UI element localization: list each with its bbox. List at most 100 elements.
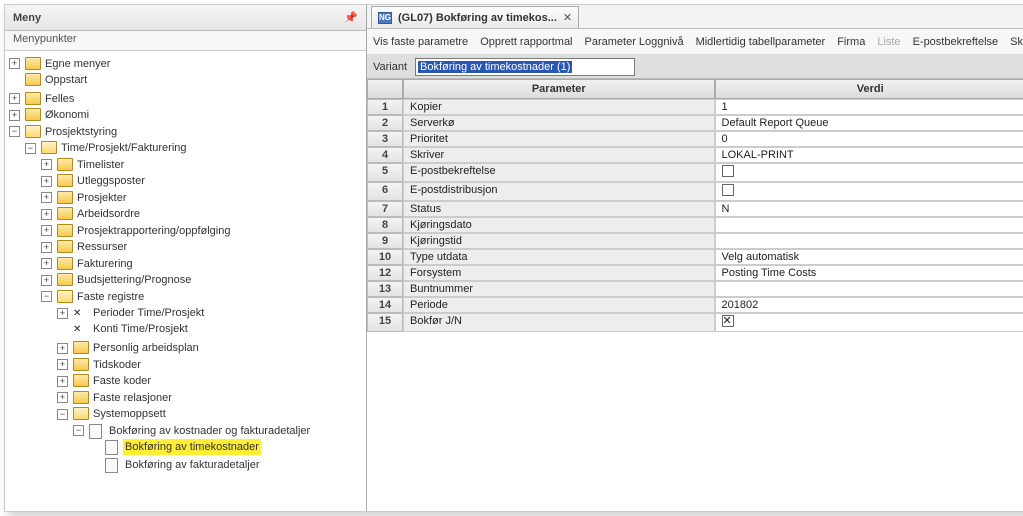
tree-item-systemoppsett[interactable]: −Systemoppsett — [57, 406, 168, 422]
tool-icon — [73, 322, 89, 336]
tree-item-okonomi[interactable]: +Økonomi — [9, 107, 91, 123]
tree-item-tidskoder[interactable]: +Tidskoder — [57, 357, 143, 373]
folder-icon — [73, 391, 89, 405]
doc-icon — [105, 458, 121, 472]
checkbox[interactable] — [722, 315, 734, 327]
param-name-cell: Kjøringsdato — [403, 217, 715, 233]
folder-icon — [57, 207, 73, 221]
param-value-cell[interactable] — [715, 313, 1023, 332]
tree-item-felles[interactable]: +Felles — [9, 91, 76, 107]
folder-icon — [73, 341, 89, 355]
variant-row: Variant Bokføring av timekostnader (1) — [367, 55, 1023, 79]
param-value-cell[interactable]: Default Report Queue — [715, 115, 1023, 131]
param-name-cell: Kjøringstid — [403, 233, 715, 249]
param-value-cell[interactable]: 201802 — [715, 297, 1023, 313]
tree-item-oppstart[interactable]: Oppstart — [9, 72, 89, 88]
folder-icon — [25, 92, 41, 106]
variant-value: Bokføring av timekostnader (1) — [418, 61, 572, 73]
tool-icon — [73, 306, 89, 320]
menu-tree[interactable]: +Egne menyer Oppstart +Felles +Økonomi −… — [5, 51, 366, 511]
toolbar-skriverpar[interactable]: Skriverpar — [1010, 36, 1023, 48]
param-value-cell[interactable]: 0 — [715, 131, 1023, 147]
variant-field[interactable]: Bokføring av timekostnader (1) — [415, 58, 635, 76]
tree-item-fakturering[interactable]: +Fakturering — [41, 256, 135, 272]
param-value-cell[interactable]: Velg automatisk — [715, 249, 1023, 265]
row-number: 13 — [367, 281, 403, 297]
toolbar-opprett-rapportmal[interactable]: Opprett rapportmal — [480, 36, 572, 48]
tree-item-prosjekter[interactable]: +Prosjekter — [41, 190, 129, 206]
param-name-cell: Bokfør J/N — [403, 313, 715, 332]
menu-title: Meny — [13, 12, 41, 24]
tab-gl07[interactable]: NG (GL07) Bokføring av timekos... ✕ — [371, 6, 579, 28]
tree-item-faste-relasjoner[interactable]: +Faste relasjoner — [57, 390, 174, 406]
param-value-cell[interactable]: 1 — [715, 99, 1023, 115]
folder-open-icon — [57, 290, 73, 304]
tree-item-personlig[interactable]: +Personlig arbeidsplan — [57, 340, 201, 356]
tab-strip: NG (GL07) Bokføring av timekos... ✕ — [367, 5, 1023, 29]
param-name-cell: Forsystem — [403, 265, 715, 281]
checkbox[interactable] — [722, 165, 734, 177]
param-name-cell: Prioritet — [403, 131, 715, 147]
param-value-cell[interactable]: N — [715, 201, 1023, 217]
menu-panel: Meny 📌 Menypunkter +Egne menyer Oppstart… — [5, 5, 367, 511]
row-number: 3 — [367, 131, 403, 147]
pin-icon[interactable]: 📌 — [344, 11, 358, 24]
tree-item-konti[interactable]: Konti Time/Prosjekt — [57, 321, 190, 337]
folder-icon — [57, 191, 73, 205]
grid-head-verdi: Verdi — [715, 79, 1023, 99]
tree-item-timelister[interactable]: +Timelister — [41, 157, 126, 173]
menu-subtitle: Menypunkter — [5, 31, 366, 51]
row-number: 6 — [367, 182, 403, 201]
toolbar-epostbekreftelse[interactable]: E-postbekreftelse — [913, 36, 999, 48]
folder-icon — [57, 273, 73, 287]
folder-icon — [57, 224, 73, 238]
tree-item-faste-registre[interactable]: −Faste registre — [41, 289, 146, 305]
param-name-cell: Status — [403, 201, 715, 217]
toolbar-parameter-loggniva[interactable]: Parameter Loggnivå — [585, 36, 684, 48]
tab-title: (GL07) Bokføring av timekos... — [398, 12, 557, 24]
tree-item-prosjektstyring[interactable]: −Prosjektstyring — [9, 124, 119, 140]
tree-item-bokf-time[interactable]: Bokføring av timekostnader — [89, 439, 261, 455]
folder-icon — [25, 108, 41, 122]
folder-icon — [57, 240, 73, 254]
row-number: 12 — [367, 265, 403, 281]
tree-item-prosjektrapport[interactable]: +Prosjektrapportering/oppfølging — [41, 223, 232, 239]
folder-open-icon — [73, 407, 89, 421]
tree-item-ressurser[interactable]: +Ressurser — [41, 239, 129, 255]
tree-item-budsjettering[interactable]: +Budsjettering/Prognose — [41, 272, 193, 288]
folder-open-icon — [25, 125, 41, 139]
folder-icon — [57, 158, 73, 172]
checkbox[interactable] — [722, 184, 734, 196]
param-value-cell[interactable]: Posting Time Costs — [715, 265, 1023, 281]
tree-item-egne[interactable]: +Egne menyer — [9, 56, 112, 72]
toolbar-firma[interactable]: Firma — [837, 36, 865, 48]
toolbar-midlertidig-tabellparam[interactable]: Midlertidig tabellparameter — [696, 36, 826, 48]
tree-item-perioder[interactable]: +Perioder Time/Prosjekt — [57, 305, 206, 321]
param-value-cell[interactable] — [715, 182, 1023, 201]
param-value-cell[interactable]: LOKAL-PRINT — [715, 147, 1023, 163]
row-number: 2 — [367, 115, 403, 131]
row-number: 15 — [367, 313, 403, 332]
param-value-cell[interactable] — [715, 163, 1023, 182]
row-number: 1 — [367, 99, 403, 115]
folder-icon — [25, 57, 41, 71]
app-icon: NG — [378, 12, 392, 24]
tree-item-bokf-fakt[interactable]: Bokføring av fakturadetaljer — [89, 457, 262, 473]
row-number: 9 — [367, 233, 403, 249]
close-icon[interactable]: ✕ — [563, 11, 572, 24]
grid-head-parameter: Parameter — [403, 79, 715, 99]
variant-label: Variant — [373, 61, 407, 73]
doc-icon — [89, 424, 105, 438]
toolbar-vis-faste[interactable]: Vis faste parametre — [373, 36, 468, 48]
param-value-cell[interactable] — [715, 233, 1023, 249]
tree-item-arbeidsordre[interactable]: +Arbeidsordre — [41, 206, 142, 222]
tree-item-bokf-kost-fakt[interactable]: −Bokføring av kostnader og fakturadetalj… — [73, 423, 312, 439]
row-number: 10 — [367, 249, 403, 265]
param-value-cell[interactable] — [715, 217, 1023, 233]
tree-item-time-fakt[interactable]: −Time/Prosjekt/Fakturering — [25, 140, 189, 156]
grid-corner — [367, 79, 403, 99]
param-name-cell: E-postdistribusjon — [403, 182, 715, 201]
tree-item-utleggsposter[interactable]: +Utleggsposter — [41, 173, 147, 189]
param-value-cell[interactable] — [715, 281, 1023, 297]
tree-item-faste-koder[interactable]: +Faste koder — [57, 373, 153, 389]
